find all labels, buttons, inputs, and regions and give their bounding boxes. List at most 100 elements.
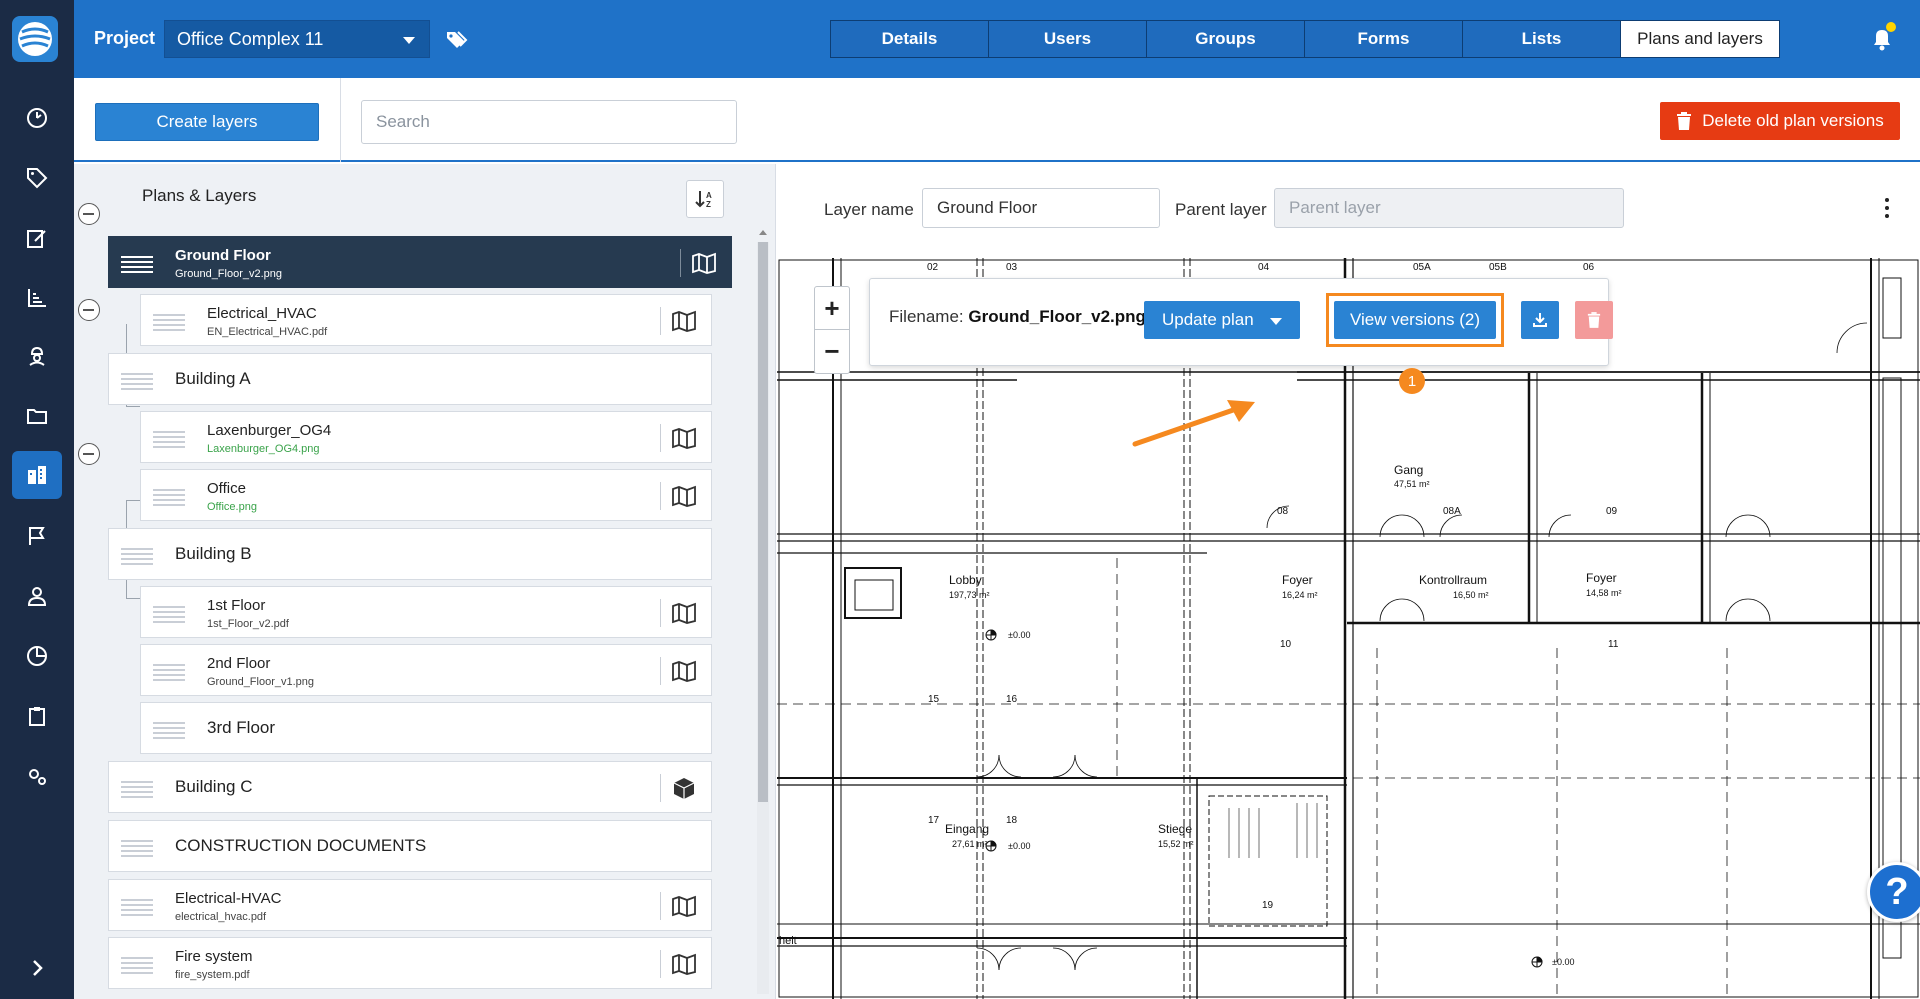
delete-old-plan-versions-label: Delete old plan versions: [1702, 111, 1884, 130]
chevron-down-icon: [403, 37, 415, 44]
sort-button[interactable]: A Z: [686, 180, 724, 218]
drag-handle-icon[interactable]: [121, 373, 153, 390]
app-logo[interactable]: [12, 16, 58, 62]
scroll-up-icon[interactable]: [759, 230, 767, 235]
delete-old-plan-versions-button[interactable]: Delete old plan versions: [1660, 102, 1900, 140]
parent-layer-select[interactable]: [1274, 188, 1624, 228]
worker-icon[interactable]: [12, 332, 62, 380]
pie-chart-icon[interactable]: [12, 632, 62, 680]
map-icon[interactable]: [671, 894, 697, 918]
help-button[interactable]: ?: [1867, 862, 1920, 922]
view-versions-button[interactable]: View versions (2): [1334, 301, 1496, 339]
flag-icon[interactable]: [12, 512, 62, 560]
zoom-control: + −: [814, 286, 850, 374]
edit-form-icon[interactable]: [12, 214, 62, 262]
folder-icon[interactable]: [12, 392, 62, 440]
room-area: 47,51 m²: [1394, 479, 1430, 489]
plan-number: 10: [1280, 639, 1292, 650]
tree-node-electrical-hvac[interactable]: Electrical_HVAC EN_Electrical_HVAC.pdf: [140, 294, 712, 346]
map-icon[interactable]: [691, 251, 717, 275]
search-input[interactable]: [361, 100, 737, 144]
drag-handle-icon[interactable]: [153, 431, 185, 448]
update-plan-button[interactable]: Update plan: [1144, 301, 1300, 339]
collapse-toggle[interactable]: [78, 299, 100, 321]
tree-connector: [126, 500, 140, 501]
create-layers-button[interactable]: Create layers: [95, 103, 319, 141]
drag-handle-icon[interactable]: [121, 548, 153, 565]
tree-node-fire-system[interactable]: Fire system fire_system.pdf: [108, 937, 712, 989]
room-name: Lobby: [949, 573, 982, 587]
tree-node-laxenburger-og4[interactable]: Laxenburger_OG4 Laxenburger_OG4.png: [140, 411, 712, 463]
tree-node-building-c[interactable]: Building C: [108, 761, 712, 813]
floor-plan-viewer[interactable]: 02 03 04 05A 05B 06 08 08A 09 10 11 15 1…: [777, 258, 1920, 999]
map-icon[interactable]: [671, 484, 697, 508]
layer-name-input[interactable]: [922, 188, 1160, 228]
action-divider: [660, 774, 661, 802]
drag-handle-icon[interactable]: [153, 664, 185, 681]
zoom-in-button[interactable]: +: [815, 287, 849, 330]
collapse-toggle[interactable]: [78, 443, 100, 465]
delete-plan-button[interactable]: [1575, 301, 1613, 339]
map-icon[interactable]: [671, 426, 697, 450]
download-button[interactable]: [1521, 301, 1559, 339]
tab-lists[interactable]: Lists: [1463, 21, 1621, 57]
drag-handle-icon[interactable]: [153, 722, 185, 739]
tag-icon[interactable]: [12, 154, 62, 202]
node-name: Electrical_HVAC: [207, 305, 317, 322]
dashboard-icon[interactable]: [12, 94, 62, 142]
map-icon[interactable]: [671, 952, 697, 976]
tab-users[interactable]: Users: [989, 21, 1147, 57]
project-select[interactable]: Office Complex 11: [164, 20, 430, 58]
tree-node-3rd-floor[interactable]: 3rd Floor: [140, 702, 712, 754]
drag-handle-icon[interactable]: [153, 489, 185, 506]
tags-icon[interactable]: [445, 28, 469, 52]
room-name: Kontrollraum: [1419, 573, 1487, 587]
more-options-icon[interactable]: [1885, 198, 1891, 220]
node-name: Laxenburger_OG4: [207, 422, 332, 439]
node-file: Ground_Floor_v2.png: [175, 268, 283, 280]
tree-node-1st-floor[interactable]: 1st Floor 1st_Floor_v2.pdf: [140, 586, 712, 638]
drag-handle-icon[interactable]: [121, 840, 153, 857]
tree-node-electrical-hvac-doc[interactable]: Electrical-HVAC electrical_hvac.pdf: [108, 879, 712, 931]
tab-groups[interactable]: Groups: [1147, 21, 1305, 57]
floor-plan-drawing: 02 03 04 05A 05B 06 08 08A 09 10 11 15 1…: [777, 258, 1920, 999]
drag-handle-icon[interactable]: [153, 606, 185, 623]
chevron-down-icon: [1270, 318, 1282, 325]
tree-node-building-b[interactable]: Building B: [108, 528, 712, 580]
clipboard-icon[interactable]: [12, 692, 62, 740]
tree-node-2nd-floor[interactable]: 2nd Floor Ground_Floor_v1.png: [140, 644, 712, 696]
plan-number: 08: [1277, 506, 1289, 517]
tab-details[interactable]: Details: [831, 21, 989, 57]
tree-node-ground-floor[interactable]: Ground Floor Ground_Floor_v2.png: [108, 236, 732, 288]
map-icon[interactable]: [671, 601, 697, 625]
map-icon[interactable]: [671, 659, 697, 683]
buildings-icon[interactable]: [12, 451, 62, 499]
tab-plans-and-layers[interactable]: Plans and layers: [1621, 21, 1779, 57]
settings-icon[interactable]: [12, 752, 62, 800]
chevron-right-icon[interactable]: [12, 944, 62, 992]
drag-handle-icon[interactable]: [121, 781, 153, 798]
svg-text:A: A: [706, 191, 712, 200]
tree-scrollbar[interactable]: [757, 230, 769, 994]
cube-icon[interactable]: [671, 776, 697, 800]
plan-number: 05A: [1413, 262, 1431, 273]
scroll-thumb[interactable]: [758, 242, 768, 802]
tab-forms[interactable]: Forms: [1305, 21, 1463, 57]
tree-node-building-a[interactable]: Building A: [108, 353, 712, 405]
trash-icon: [1587, 312, 1601, 328]
filename-text: Filename: Ground_Floor_v2.png: [889, 307, 1146, 327]
drag-handle-icon[interactable]: [121, 957, 153, 974]
drag-handle-icon[interactable]: [121, 256, 153, 273]
tree-node-construction-documents[interactable]: CONSTRUCTION DOCUMENTS: [108, 820, 712, 872]
project-tabs: Details Users Groups Forms Lists Plans a…: [830, 20, 1780, 58]
user-icon[interactable]: [12, 572, 62, 620]
tree-node-office[interactable]: Office Office.png: [140, 469, 712, 521]
zoom-out-button[interactable]: −: [815, 330, 849, 373]
collapse-toggle[interactable]: [78, 203, 100, 225]
chart-icon[interactable]: [12, 274, 62, 322]
room-name: Stiege: [1158, 822, 1192, 836]
drag-handle-icon[interactable]: [121, 899, 153, 916]
drag-handle-icon[interactable]: [153, 314, 185, 331]
node-name: Ground Floor: [175, 247, 271, 264]
map-icon[interactable]: [671, 309, 697, 333]
